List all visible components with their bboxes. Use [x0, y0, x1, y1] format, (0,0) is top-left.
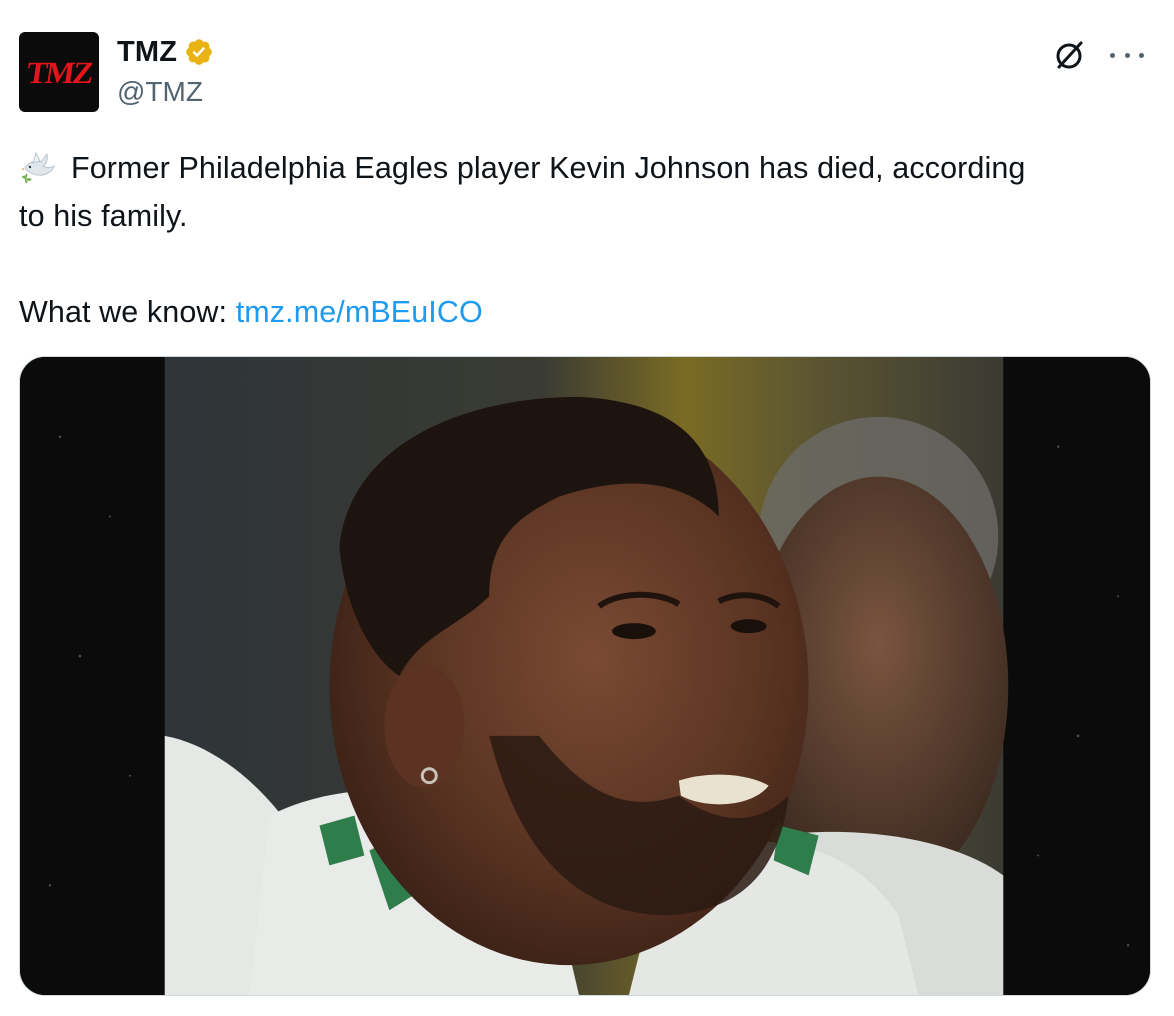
avatar[interactable]: TMZ — [19, 32, 99, 112]
tweet-line-2: to his family. — [19, 199, 188, 233]
verified-badge-icon — [184, 37, 214, 67]
tmz-logo: TMZ — [24, 54, 94, 90]
more-options-icon[interactable] — [1110, 38, 1144, 72]
article-link[interactable]: tmz.me/mBEuICO — [236, 295, 483, 329]
tweet-line-1: Former Philadelphia Eagles player Kevin … — [19, 144, 1154, 192]
display-name[interactable]: TMZ — [117, 36, 177, 69]
tweet-text-line-1: Former Philadelphia Eagles player Kevin … — [71, 151, 1026, 185]
tweet-line-3: What we know: tmz.me/mBEuICO — [19, 288, 1154, 336]
handle[interactable]: @TMZ — [117, 76, 203, 108]
header-actions — [1050, 36, 1144, 74]
player-photo — [20, 357, 1150, 995]
tweet-text: Former Philadelphia Eagles player Kevin … — [19, 144, 1154, 336]
line-break — [19, 240, 1154, 288]
media-image[interactable] — [19, 356, 1151, 996]
author-name-row[interactable]: TMZ — [117, 36, 214, 68]
grok-icon[interactable] — [1050, 36, 1088, 74]
what-we-know-label: What we know: — [19, 295, 236, 329]
tweet-card[interactable]: TMZ TMZ @TMZ Former Philadelphia Eagles … — [0, 0, 1174, 1016]
dove-of-peace-icon — [19, 146, 59, 186]
